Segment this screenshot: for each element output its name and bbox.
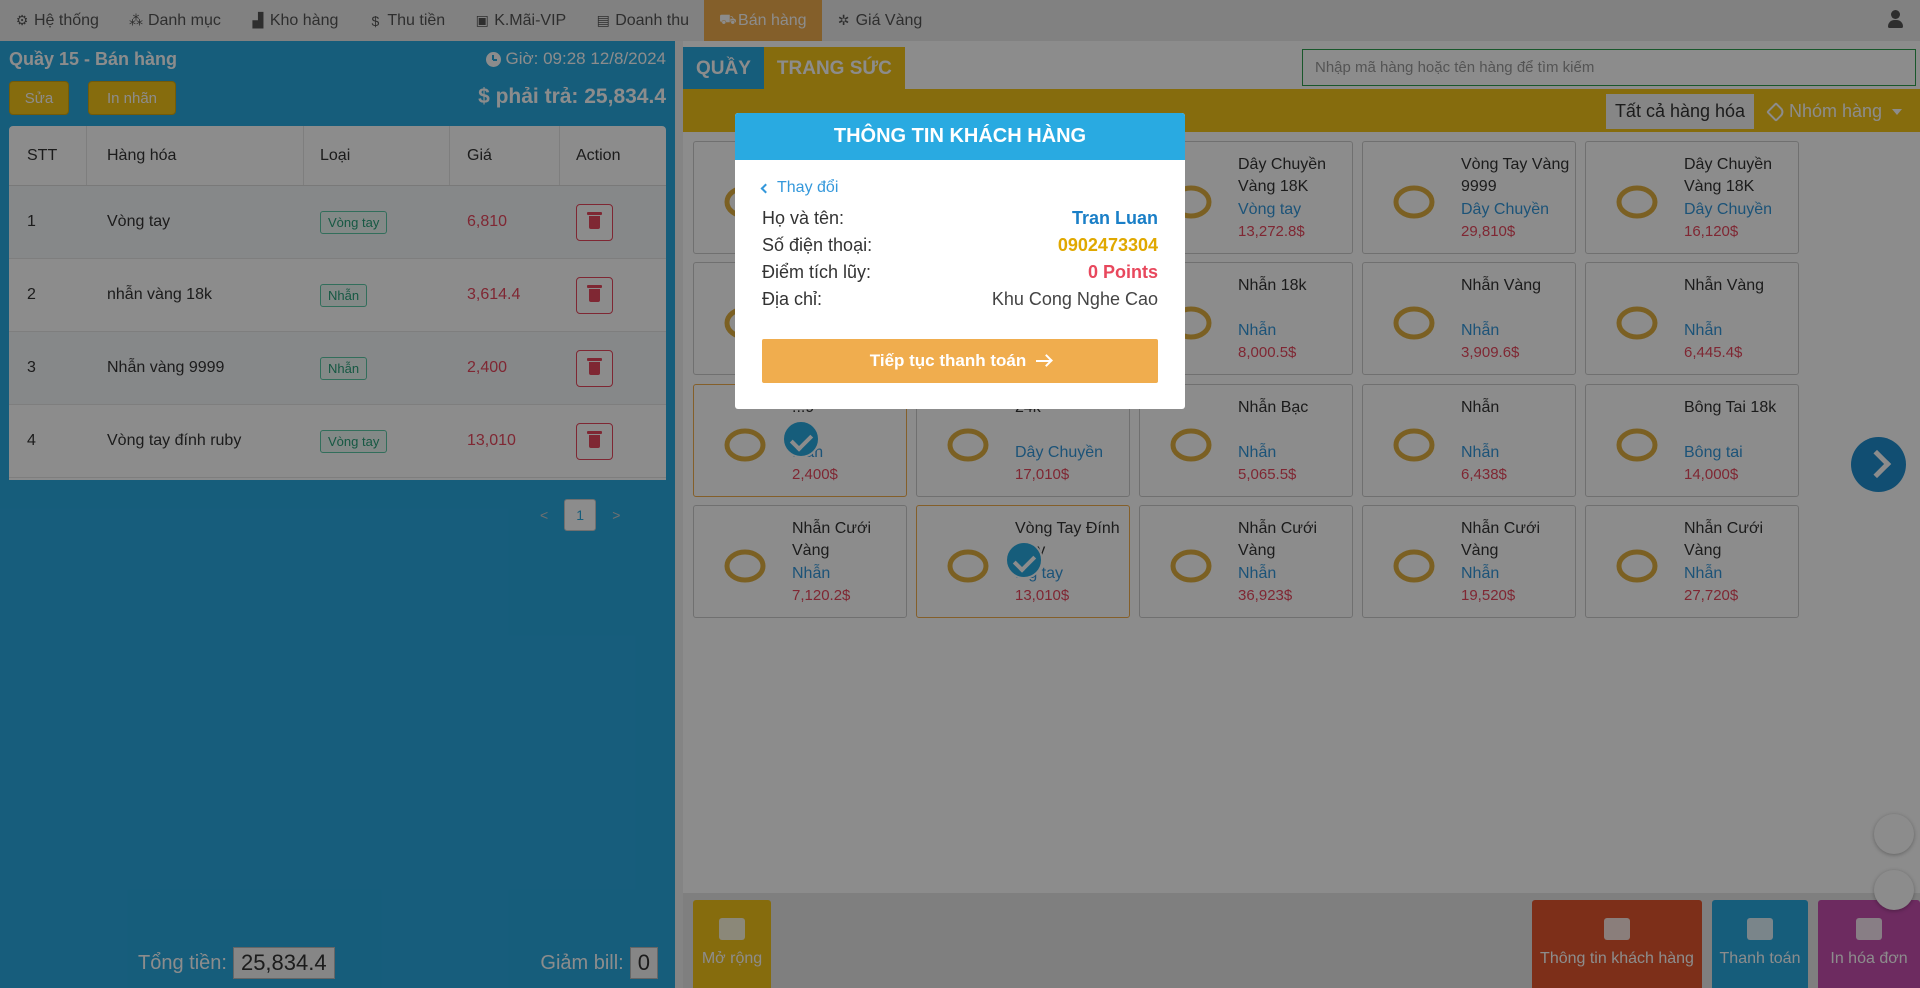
- name-label: Họ và tên:: [762, 208, 845, 228]
- phone-value: 0902473304: [1057, 235, 1158, 255]
- arrow-right-icon: [1036, 360, 1051, 362]
- continue-payment-button[interactable]: Tiếp tục thanh toán: [762, 339, 1158, 383]
- phone-label: Số điện thoại:: [762, 235, 873, 255]
- name-value: Tran Luan: [1071, 208, 1158, 228]
- address-label: Địa chỉ:: [762, 289, 823, 309]
- chevron-left-icon: [760, 183, 771, 193]
- points-value: 0 Points: [1087, 262, 1158, 282]
- phone-row: Số điện thoại: 0902473304: [762, 235, 1158, 256]
- modal-title: THÔNG TIN KHÁCH HÀNG: [735, 113, 1185, 160]
- continue-label: Tiếp tục thanh toán: [869, 351, 1027, 370]
- points-row: Điểm tích lũy: 0 Points: [762, 262, 1158, 283]
- customer-info-modal: THÔNG TIN KHÁCH HÀNG Thay đổi Họ và tên:…: [735, 113, 1185, 409]
- change-customer-link[interactable]: Thay đổi: [760, 179, 839, 197]
- points-label: Điểm tích lũy:: [762, 262, 872, 282]
- address-value: Khu Cong Nghe Cao: [991, 289, 1158, 309]
- change-label: Thay đổi: [777, 179, 839, 196]
- name-row: Họ và tên: Tran Luan: [762, 208, 1158, 229]
- address-row: Địa chỉ: Khu Cong Nghe Cao: [762, 289, 1158, 310]
